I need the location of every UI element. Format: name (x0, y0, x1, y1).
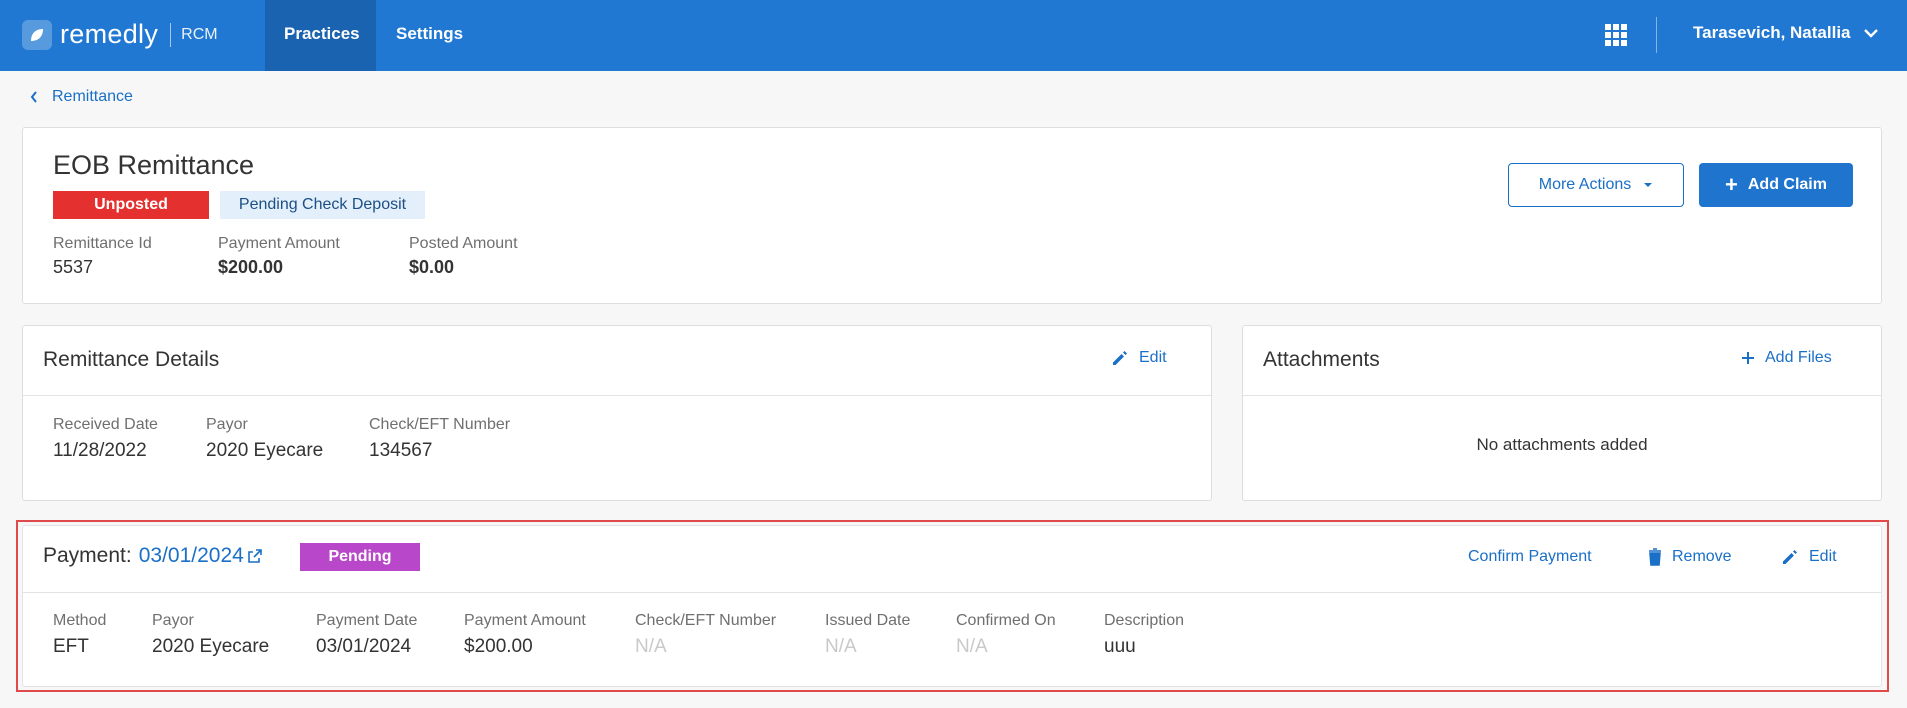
remove-label: Remove (1672, 548, 1732, 565)
trash-icon (1649, 548, 1661, 566)
field-label: Payment Date (316, 612, 418, 629)
status-badge-unposted: Unposted (53, 191, 209, 219)
meta-value: $0.00 (409, 257, 455, 277)
add-files-label: Add Files (1765, 349, 1832, 366)
add-files-button[interactable]: Add Files (1741, 349, 1832, 367)
user-name: Tarasevich, Natallia (1693, 23, 1851, 42)
external-link-icon[interactable] (247, 548, 263, 564)
field-check-number: Check/EFT Number N/A (635, 612, 776, 658)
field-label: Method (53, 612, 107, 629)
meta-remittance-id: Remittance Id 5537 (53, 235, 152, 278)
confirm-payment-label: Confirm Payment (1468, 548, 1592, 565)
field-value: 03/01/2024 (316, 636, 412, 657)
edit-details-button[interactable]: Edit (1111, 349, 1167, 367)
field-value: EFT (53, 636, 89, 657)
field-label: Received Date (53, 416, 158, 433)
field-description: Description uuu (1104, 612, 1184, 658)
field-label: Payment Amount (464, 612, 586, 629)
status-badge-deposit: Pending Check Deposit (220, 191, 425, 219)
payment-title: Payment: 03/01/2024 (43, 544, 263, 568)
field-label: Check/EFT Number (369, 416, 511, 433)
section-header: Remittance Details Edit (23, 326, 1211, 396)
breadcrumb-back[interactable]: Remittance (30, 88, 133, 106)
payment-card: Payment: 03/01/2024 Pending Confirm Paym… (22, 525, 1882, 687)
apps-grid-icon[interactable] (1605, 24, 1627, 46)
meta-payment-amount: Payment Amount $200.00 (218, 235, 340, 278)
field-confirmed-on: Confirmed On N/A (956, 612, 1056, 658)
section-header: Attachments Add Files (1243, 326, 1881, 396)
plus-icon: + (1725, 172, 1738, 197)
meta-label: Posted Amount (409, 235, 518, 252)
payment-status-badge: Pending (300, 543, 420, 571)
field-value: $200.00 (464, 636, 533, 657)
topbar-divider (1656, 17, 1657, 53)
meta-label: Remittance Id (53, 235, 152, 252)
top-bar: remedly RCM Practices Settings Tarasevic… (0, 0, 1907, 71)
field-label: Payor (206, 416, 248, 433)
logo-divider (170, 22, 172, 47)
field-payor: Payor 2020 Eyecare (206, 416, 323, 462)
pencil-icon (1783, 550, 1797, 564)
meta-label: Payment Amount (218, 235, 340, 252)
page-title: EOB Remittance (53, 150, 255, 180)
plus-icon (1742, 352, 1754, 364)
field-issued-date: Issued Date N/A (825, 612, 910, 658)
field-label: Payor (152, 612, 194, 629)
section-title: Attachments (1263, 348, 1380, 371)
remittance-header-card: EOB Remittance Unposted Pending Check De… (22, 127, 1882, 304)
add-claim-label: Add Claim (1747, 176, 1827, 193)
edit-label: Edit (1139, 349, 1167, 366)
meta-value: 5537 (53, 257, 94, 277)
user-menu[interactable]: Tarasevich, Natallia (1693, 23, 1879, 43)
caret-down-icon (1644, 183, 1653, 187)
nav-settings[interactable]: Settings (377, 0, 482, 71)
field-value: 2020 Eyecare (152, 636, 270, 657)
field-payor: Payor 2020 Eyecare (152, 612, 269, 658)
app-logo[interactable]: remedly RCM (22, 19, 218, 50)
field-received-date: Received Date 11/28/2022 (53, 416, 158, 462)
edit-payment-button[interactable]: Edit (1781, 548, 1837, 566)
field-label: Check/EFT Number (635, 612, 777, 629)
field-value: N/A (956, 636, 988, 657)
payment-date-link[interactable]: 03/01/2024 (139, 544, 244, 568)
field-payment-amount: Payment Amount $200.00 (464, 612, 586, 658)
field-value: 2020 Eyecare (206, 440, 324, 461)
more-actions-button[interactable]: More Actions (1508, 163, 1684, 207)
nav-practices[interactable]: Practices (265, 0, 376, 71)
edit-label: Edit (1809, 548, 1837, 565)
chevron-down-icon (1863, 29, 1878, 38)
pencil-icon (1113, 351, 1127, 365)
chevron-left-icon (30, 91, 37, 103)
field-label: Issued Date (825, 612, 911, 629)
attachments-empty-message: No attachments added (1476, 435, 1648, 454)
payment-title-prefix: Payment: (43, 544, 132, 567)
section-title: Remittance Details (43, 348, 220, 371)
attachments-card: Attachments Add Files No attachments add… (1242, 325, 1882, 501)
section-header: Payment: 03/01/2024 Pending Confirm Paym… (23, 526, 1881, 593)
field-value: N/A (635, 636, 667, 657)
breadcrumb-label: Remittance (52, 88, 133, 105)
field-value: uuu (1104, 636, 1136, 657)
field-value: 134567 (369, 440, 433, 461)
meta-posted-amount: Posted Amount $0.00 (409, 235, 518, 278)
field-label: Description (1104, 612, 1185, 629)
field-value: 11/28/2022 (53, 440, 147, 461)
remove-payment-button[interactable]: Remove (1648, 548, 1732, 566)
leaf-logo-icon (22, 19, 52, 50)
field-label: Confirmed On (956, 612, 1056, 629)
add-claim-button[interactable]: + Add Claim (1699, 163, 1853, 207)
app-name: remedly (60, 19, 159, 49)
app-product: RCM (181, 25, 218, 43)
field-check-number: Check/EFT Number 134567 (369, 416, 510, 462)
field-payment-date: Payment Date 03/01/2024 (316, 612, 417, 658)
remittance-details-card: Remittance Details Edit Received Date 11… (22, 325, 1212, 501)
confirm-payment-button[interactable]: Confirm Payment (1468, 548, 1592, 566)
field-value: N/A (825, 636, 857, 657)
more-actions-label: More Actions (1538, 176, 1632, 193)
field-method: Method EFT (53, 612, 106, 658)
meta-value: $200.00 (218, 257, 284, 277)
